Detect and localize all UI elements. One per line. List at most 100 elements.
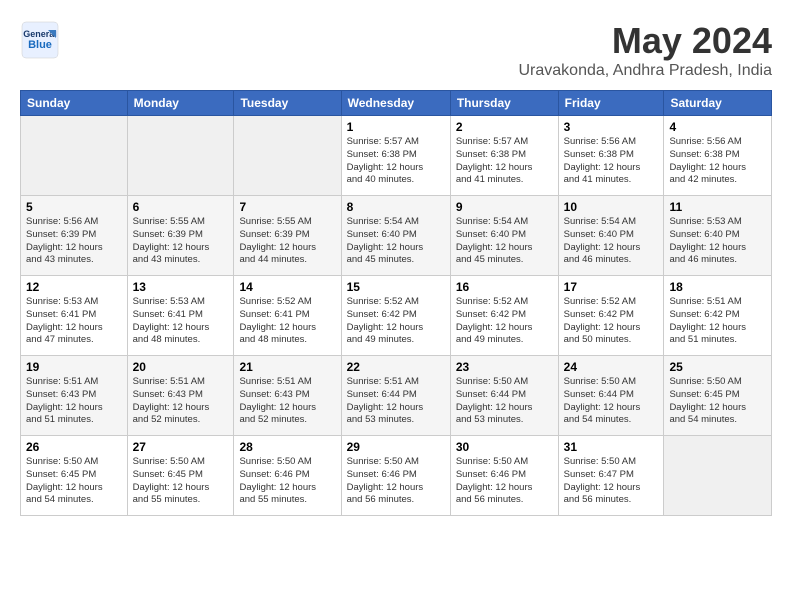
calendar-cell [21, 116, 128, 196]
day-number: 26 [26, 440, 122, 454]
weekday-header-sunday: Sunday [21, 91, 128, 116]
day-number: 5 [26, 200, 122, 214]
day-info: Sunrise: 5:51 AM Sunset: 6:43 PM Dayligh… [26, 376, 122, 427]
calendar-cell: 23 Sunrise: 5:50 AM Sunset: 6:44 PM Dayli… [450, 356, 558, 436]
day-info: Sunrise: 5:51 AM Sunset: 6:43 PM Dayligh… [133, 376, 229, 427]
calendar-cell: 10 Sunrise: 5:54 AM Sunset: 6:40 PM Dayli… [558, 196, 664, 276]
calendar-week-row: 26 Sunrise: 5:50 AM Sunset: 6:45 PM Dayli… [21, 436, 772, 516]
day-number: 3 [564, 120, 659, 134]
day-number: 18 [669, 280, 766, 294]
day-info: Sunrise: 5:53 AM Sunset: 6:40 PM Dayligh… [669, 216, 766, 267]
weekday-header-tuesday: Tuesday [234, 91, 341, 116]
day-number: 22 [347, 360, 445, 374]
day-info: Sunrise: 5:51 AM Sunset: 6:43 PM Dayligh… [239, 376, 335, 427]
calendar-cell: 3 Sunrise: 5:56 AM Sunset: 6:38 PM Daylig… [558, 116, 664, 196]
calendar-cell: 25Sunrise: 5:50 AM Sunset: 6:45 PM Dayli… [664, 356, 772, 436]
calendar-cell: 5Sunrise: 5:56 AM Sunset: 6:39 PM Daylig… [21, 196, 128, 276]
weekday-header-monday: Monday [127, 91, 234, 116]
weekday-header-saturday: Saturday [664, 91, 772, 116]
calendar-cell: 4 Sunrise: 5:56 AM Sunset: 6:38 PM Daylig… [664, 116, 772, 196]
weekday-header-row: SundayMondayTuesdayWednesdayThursdayFrid… [21, 91, 772, 116]
day-number: 15 [347, 280, 445, 294]
day-number: 29 [347, 440, 445, 454]
weekday-header-friday: Friday [558, 91, 664, 116]
weekday-header-thursday: Thursday [450, 91, 558, 116]
day-info: Sunrise: 5:52 AM Sunset: 6:42 PM Dayligh… [347, 296, 445, 347]
day-info: Sunrise: 5:50 AM Sunset: 6:44 PM Dayligh… [564, 376, 659, 427]
day-info: Sunrise: 5:53 AM Sunset: 6:41 PM Dayligh… [26, 296, 122, 347]
day-info: Sunrise: 5:51 AM Sunset: 6:44 PM Dayligh… [347, 376, 445, 427]
calendar-cell: 13Sunrise: 5:53 AM Sunset: 6:41 PM Dayli… [127, 276, 234, 356]
logo: General Blue [20, 20, 66, 60]
day-info: Sunrise: 5:50 AM Sunset: 6:45 PM Dayligh… [669, 376, 766, 427]
calendar-cell [664, 436, 772, 516]
calendar-cell: 14Sunrise: 5:52 AM Sunset: 6:41 PM Dayli… [234, 276, 341, 356]
calendar-cell: 21Sunrise: 5:51 AM Sunset: 6:43 PM Dayli… [234, 356, 341, 436]
day-number: 16 [456, 280, 553, 294]
calendar-week-row: 12 Sunrise: 5:53 AM Sunset: 6:41 PM Dayli… [21, 276, 772, 356]
day-number: 9 [456, 200, 553, 214]
day-number: 31 [564, 440, 659, 454]
day-number: 17 [564, 280, 659, 294]
day-info: Sunrise: 5:56 AM Sunset: 6:38 PM Dayligh… [669, 136, 766, 187]
calendar-cell: 30 Sunrise: 5:50 AM Sunset: 6:46 PM Dayli… [450, 436, 558, 516]
calendar-cell [127, 116, 234, 196]
calendar-cell: 2 Sunrise: 5:57 AM Sunset: 6:38 PM Daylig… [450, 116, 558, 196]
day-number: 10 [564, 200, 659, 214]
day-info: Sunrise: 5:57 AM Sunset: 6:38 PM Dayligh… [456, 136, 553, 187]
calendar-cell: 19 Sunrise: 5:51 AM Sunset: 6:43 PM Dayli… [21, 356, 128, 436]
day-number: 28 [239, 440, 335, 454]
calendar-cell: 17 Sunrise: 5:52 AM Sunset: 6:42 PM Dayli… [558, 276, 664, 356]
day-info: Sunrise: 5:57 AM Sunset: 6:38 PM Dayligh… [347, 136, 445, 187]
day-info: Sunrise: 5:52 AM Sunset: 6:42 PM Dayligh… [456, 296, 553, 347]
calendar-cell: 11 Sunrise: 5:53 AM Sunset: 6:40 PM Dayli… [664, 196, 772, 276]
calendar-cell: 29 Sunrise: 5:50 AM Sunset: 6:46 PM Dayli… [341, 436, 450, 516]
calendar-cell: 8Sunrise: 5:54 AM Sunset: 6:40 PM Daylig… [341, 196, 450, 276]
day-info: Sunrise: 5:52 AM Sunset: 6:42 PM Dayligh… [564, 296, 659, 347]
calendar-cell: 9 Sunrise: 5:54 AM Sunset: 6:40 PM Daylig… [450, 196, 558, 276]
month-title: May 2024 [519, 20, 773, 62]
calendar-cell: 26 Sunrise: 5:50 AM Sunset: 6:45 PM Dayli… [21, 436, 128, 516]
day-number: 27 [133, 440, 229, 454]
day-info: Sunrise: 5:54 AM Sunset: 6:40 PM Dayligh… [564, 216, 659, 267]
calendar-cell: 27 Sunrise: 5:50 AM Sunset: 6:45 PM Dayli… [127, 436, 234, 516]
calendar-cell: 15 Sunrise: 5:52 AM Sunset: 6:42 PM Dayli… [341, 276, 450, 356]
day-number: 19 [26, 360, 122, 374]
day-number: 24 [564, 360, 659, 374]
day-info: Sunrise: 5:56 AM Sunset: 6:38 PM Dayligh… [564, 136, 659, 187]
calendar-week-row: 1 Sunrise: 5:57 AM Sunset: 6:38 PM Daylig… [21, 116, 772, 196]
calendar-cell: 28 Sunrise: 5:50 AM Sunset: 6:46 PM Dayli… [234, 436, 341, 516]
day-info: Sunrise: 5:50 AM Sunset: 6:46 PM Dayligh… [456, 456, 553, 507]
calendar-week-row: 5Sunrise: 5:56 AM Sunset: 6:39 PM Daylig… [21, 196, 772, 276]
day-number: 8 [347, 200, 445, 214]
day-info: Sunrise: 5:52 AM Sunset: 6:41 PM Dayligh… [239, 296, 335, 347]
location-title: Uravakonda, Andhra Pradesh, India [519, 62, 773, 80]
logo-icon: General Blue [20, 20, 60, 60]
day-info: Sunrise: 5:54 AM Sunset: 6:40 PM Dayligh… [456, 216, 553, 267]
day-info: Sunrise: 5:50 AM Sunset: 6:47 PM Dayligh… [564, 456, 659, 507]
calendar-cell [234, 116, 341, 196]
calendar-table: SundayMondayTuesdayWednesdayThursdayFrid… [20, 90, 772, 516]
day-number: 11 [669, 200, 766, 214]
day-info: Sunrise: 5:55 AM Sunset: 6:39 PM Dayligh… [239, 216, 335, 267]
day-info: Sunrise: 5:50 AM Sunset: 6:46 PM Dayligh… [239, 456, 335, 507]
day-info: Sunrise: 5:50 AM Sunset: 6:46 PM Dayligh… [347, 456, 445, 507]
calendar-cell: 7 Sunrise: 5:55 AM Sunset: 6:39 PM Daylig… [234, 196, 341, 276]
day-number: 1 [347, 120, 445, 134]
day-number: 2 [456, 120, 553, 134]
calendar-cell: 16 Sunrise: 5:52 AM Sunset: 6:42 PM Dayli… [450, 276, 558, 356]
day-number: 4 [669, 120, 766, 134]
title-area: May 2024 Uravakonda, Andhra Pradesh, Ind… [519, 20, 773, 80]
calendar-cell: 20Sunrise: 5:51 AM Sunset: 6:43 PM Dayli… [127, 356, 234, 436]
header: General Blue May 2024 Uravakonda, Andhra… [20, 20, 772, 80]
day-number: 23 [456, 360, 553, 374]
calendar-week-row: 19 Sunrise: 5:51 AM Sunset: 6:43 PM Dayli… [21, 356, 772, 436]
day-info: Sunrise: 5:50 AM Sunset: 6:44 PM Dayligh… [456, 376, 553, 427]
day-info: Sunrise: 5:50 AM Sunset: 6:45 PM Dayligh… [133, 456, 229, 507]
day-info: Sunrise: 5:50 AM Sunset: 6:45 PM Dayligh… [26, 456, 122, 507]
day-number: 30 [456, 440, 553, 454]
day-number: 12 [26, 280, 122, 294]
calendar-cell: 22 Sunrise: 5:51 AM Sunset: 6:44 PM Dayli… [341, 356, 450, 436]
day-number: 7 [239, 200, 335, 214]
weekday-header-wednesday: Wednesday [341, 91, 450, 116]
